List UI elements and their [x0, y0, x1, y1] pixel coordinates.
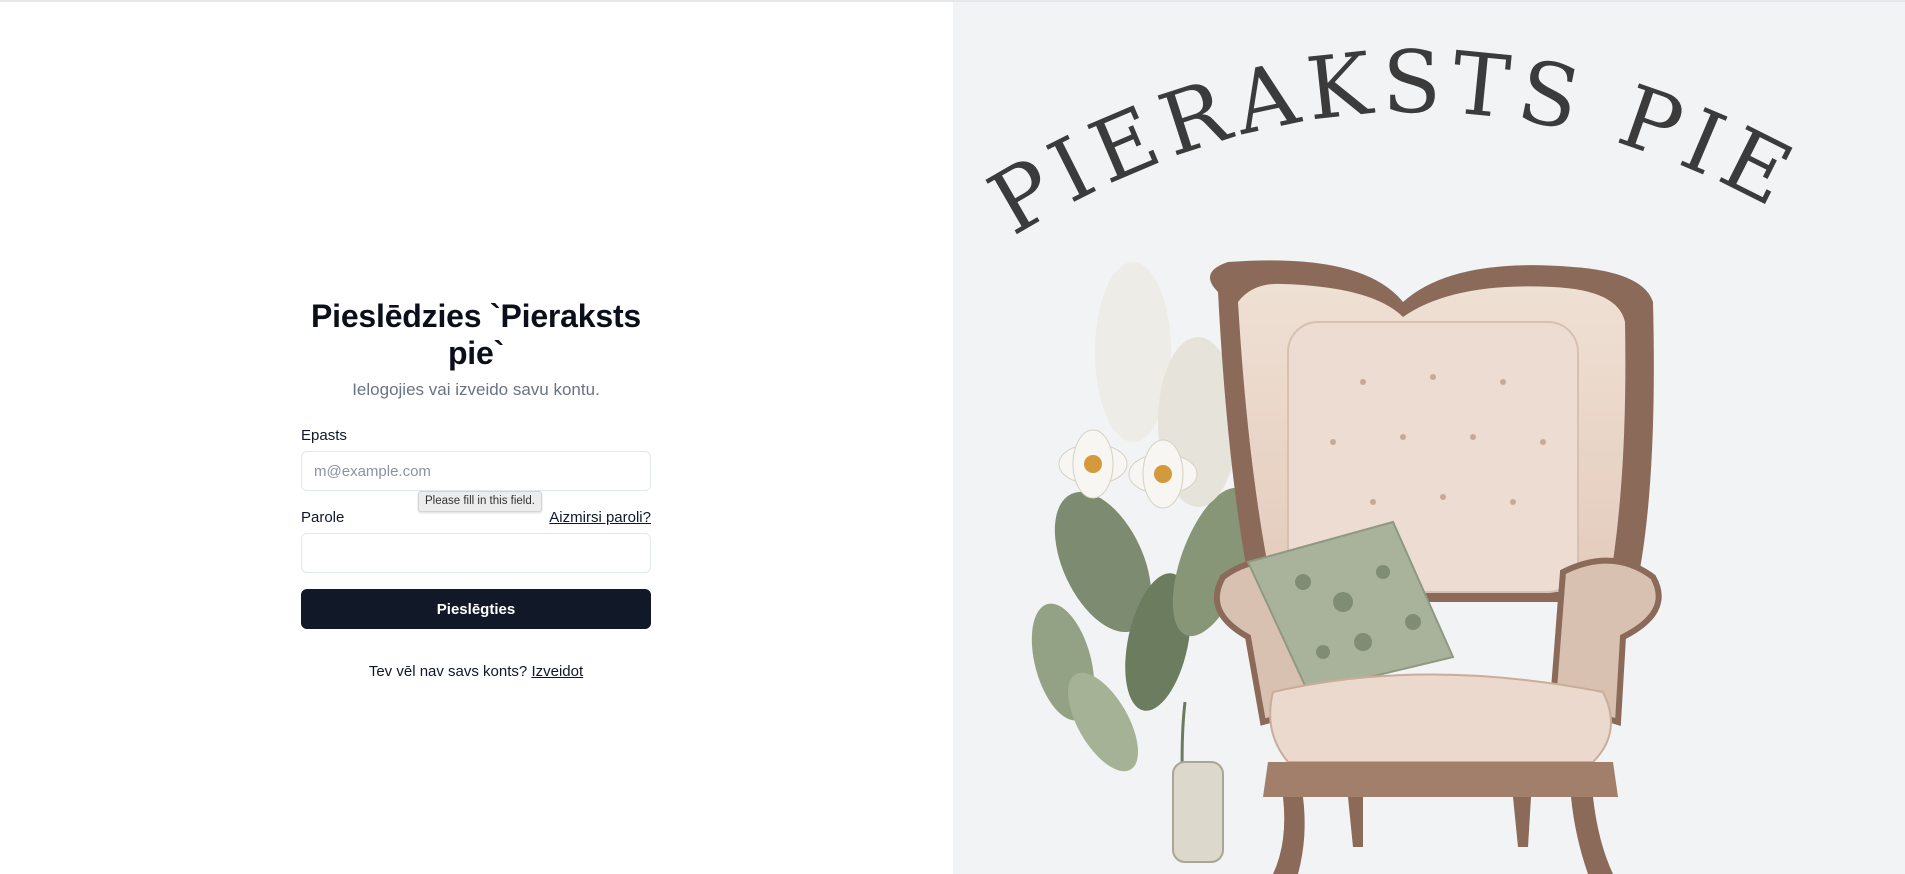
- page-title: Pieslēdzies `Pieraksts pie`: [310, 298, 642, 371]
- login-form: Pieslēdzies `Pieraksts pie` Ielogojies v…: [301, 298, 651, 680]
- hero-panel: PIERAKSTS PIE: [953, 2, 1905, 874]
- armchair-icon: [1210, 260, 1662, 874]
- signup-prompt-text: Tev vēl nav savs konts?: [368, 663, 528, 680]
- login-panel: Pieslēdzies `Pieraksts pie` Ielogojies v…: [0, 2, 953, 874]
- email-field[interactable]: [301, 451, 651, 491]
- validation-tooltip: Please fill in this field.: [418, 491, 542, 512]
- login-button[interactable]: Pieslēgties: [301, 589, 651, 629]
- page-subtitle: Ielogojies vai izveido savu kontu.: [352, 380, 600, 399]
- login-page: Pieslēdzies `Pieraksts pie` Ielogojies v…: [0, 2, 1905, 874]
- hero-logo-text: PIERAKSTS PIE: [973, 33, 1813, 255]
- password-field[interactable]: [301, 533, 651, 573]
- password-label: Parole: [301, 509, 345, 526]
- signup-link[interactable]: Izveidot: [531, 663, 583, 680]
- signup-prompt: Tev vēl nav savs konts? Izveidot: [301, 663, 651, 680]
- hero-illustration: PIERAKSTS PIE: [973, 33, 1813, 874]
- forgot-password-link[interactable]: Aizmirsi paroli?: [549, 509, 651, 526]
- email-label: Epasts: [301, 427, 347, 444]
